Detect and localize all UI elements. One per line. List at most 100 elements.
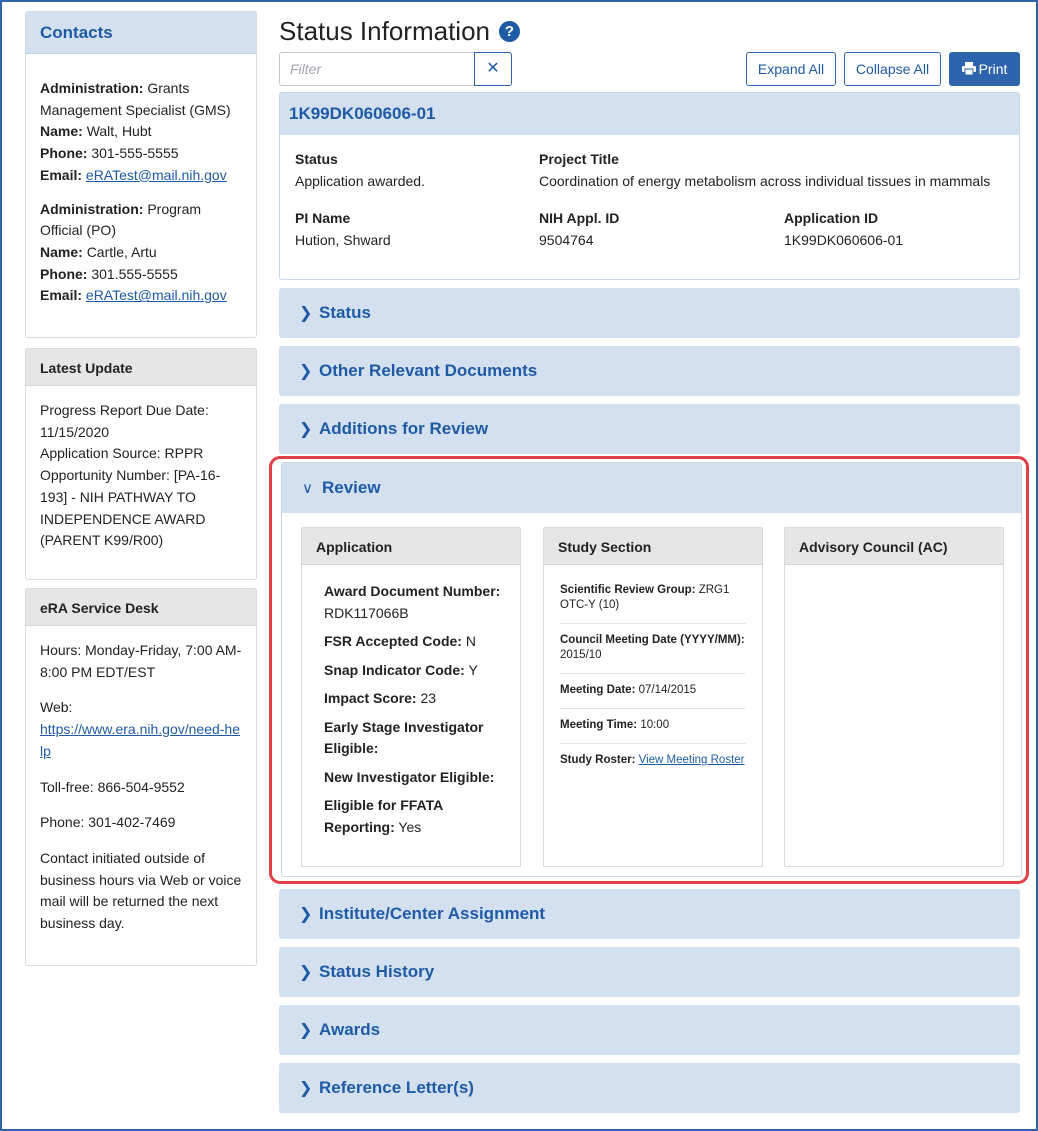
name-label: Name: <box>40 243 83 260</box>
application-id-field: Application ID 1K99DK060606-01 <box>784 207 903 251</box>
study-section-panel: Study Section Scientific Review Group: Z… <box>543 527 763 867</box>
admin-label: Administration: <box>40 200 144 217</box>
latest-update-header: Latest Update <box>26 349 256 386</box>
meeting-time: Meeting Time: 10:00 <box>560 709 746 744</box>
project-summary: 1K99DK060606-01 Status Application award… <box>279 92 1020 280</box>
fsr-value: N <box>465 633 476 649</box>
new-investigator: New Investigator Eligible: <box>324 767 506 789</box>
scientific-review-group: Scientific Review Group: ZRG1 OTC-Y (10) <box>560 577 746 624</box>
advisory-council-title: Advisory Council (AC) <box>785 528 1003 565</box>
section-label: Other Relevant Documents <box>319 361 538 380</box>
section-status-history[interactable]: ❯ Status History <box>279 947 1020 997</box>
name-value: Walt, Hubt <box>86 123 152 140</box>
project-title-field: Project Title Coordination of energy met… <box>539 148 990 192</box>
ffata-value: Yes <box>398 818 422 835</box>
page-title-text: Status Information <box>279 15 490 46</box>
council-label: Council Meeting Date (YYYY/MM): <box>560 634 745 646</box>
section-reference-letters[interactable]: ❯ Reference Letter(s) <box>279 1063 1020 1113</box>
clear-filter-button[interactable]: ✕ <box>474 52 512 86</box>
section-label: Status <box>319 303 371 322</box>
chevron-right-icon: ❯ <box>299 1080 313 1097</box>
roster-label: Study Roster: <box>560 754 636 766</box>
expand-all-button[interactable]: Expand All <box>746 52 836 86</box>
review-header[interactable]: ∨ Review <box>282 463 1021 513</box>
filter-input[interactable] <box>279 52 475 86</box>
contacts-title: Contacts <box>40 23 113 42</box>
name-value: Cartle, Artu <box>86 243 157 260</box>
progress-report-due: Progress Report Due Date: 11/15/2020 <box>40 402 209 440</box>
snap-label: Snap Indicator Code: <box>324 661 465 678</box>
application-source: Application Source: RPPR <box>40 445 204 462</box>
impact-value: 23 <box>420 690 437 706</box>
service-phone: Phone: 301-402-7469 <box>40 814 176 831</box>
print-label: Print <box>978 61 1008 77</box>
chevron-right-icon: ❯ <box>299 363 313 380</box>
application-panel-title: Application <box>302 528 520 565</box>
service-desk-header: eRA Service Desk <box>26 589 256 626</box>
impact-label: Impact Score: <box>324 690 417 706</box>
service-web: Web: https://www.era.nih.gov/need-help <box>40 697 242 762</box>
nih-appl-id-value: 9504764 <box>539 232 594 248</box>
project-title-value: Coordination of energy metabolism across… <box>539 173 991 189</box>
chevron-right-icon: ❯ <box>299 421 313 438</box>
contacts-card: Contacts Administration: Grants Manageme… <box>25 11 257 338</box>
contacts-body: Administration: Grants Management Specia… <box>26 54 256 319</box>
section-other-relevant-documents[interactable]: ❯ Other Relevant Documents <box>279 346 1020 396</box>
section-review: ∨ Review Application Award Document Numb… <box>281 462 1022 877</box>
study-section-title: Study Section <box>544 528 762 565</box>
chevron-right-icon: ❯ <box>299 906 313 923</box>
phone-label: Phone: <box>40 145 88 162</box>
opportunity-number: Opportunity Number: [PA-16-193] - NIH PA… <box>40 467 221 549</box>
page-title: Status Information ? <box>279 14 1020 48</box>
section-label: Additions for Review <box>319 419 489 438</box>
print-button[interactable]: Print <box>949 52 1020 86</box>
project-title-label: Project Title <box>539 151 619 167</box>
view-meeting-roster-link[interactable]: View Meeting Roster <box>639 754 745 766</box>
study-section-body: Scientific Review Group: ZRG1 OTC-Y (10)… <box>544 565 762 778</box>
section-status[interactable]: ❯ Status <box>279 288 1020 338</box>
left-sidebar: Contacts Administration: Grants Manageme… <box>25 11 257 974</box>
web-label: Web: <box>40 699 73 716</box>
section-awards[interactable]: ❯ Awards <box>279 1005 1020 1055</box>
phone-value: 301.555-5555 <box>91 265 178 282</box>
meeting-time-value: 10:00 <box>640 719 670 731</box>
application-id-label: Application ID <box>784 210 879 226</box>
toolbar: ✕ Expand All Collapse All Print <box>279 52 1020 88</box>
early-stage-investigator: Early Stage Investigator Eligible: <box>324 717 506 760</box>
contacts-header: Contacts <box>26 12 256 54</box>
email-link[interactable]: eRATest@mail.nih.gov <box>86 167 227 183</box>
email-link[interactable]: eRATest@mail.nih.gov <box>86 287 227 303</box>
nih-appl-id-label: NIH Appl. ID <box>539 210 620 226</box>
toll-free: Toll-free: 866-504-9552 <box>40 778 185 795</box>
help-icon[interactable]: ? <box>499 20 520 42</box>
snap-value: Y <box>468 661 478 678</box>
review-highlight: ∨ Review Application Award Document Numb… <box>269 456 1029 884</box>
service-desk-card: eRA Service Desk Hours: Monday-Friday, 7… <box>25 588 257 966</box>
application-id-value: 1K99DK060606-01 <box>784 232 904 248</box>
email-label: Email: <box>40 287 83 304</box>
ffata-reporting: Eligible for FFATA Reporting: Yes <box>324 795 506 838</box>
service-desk-body: Hours: Monday-Friday, 7:00 AM-8:00 PM ED… <box>26 626 256 947</box>
phone-label: Phone: <box>40 265 88 282</box>
service-hours: Hours: Monday-Friday, 7:00 AM-8:00 PM ED… <box>40 642 242 680</box>
email-label: Email: <box>40 166 83 183</box>
section-institute-center-assignment[interactable]: ❯ Institute/Center Assignment <box>279 889 1020 939</box>
status-value: Application awarded. <box>295 173 425 189</box>
section-label: Reference Letter(s) <box>319 1078 474 1097</box>
latest-update-body: Progress Report Due Date: 11/15/2020 App… <box>26 386 256 564</box>
contact-entry: Administration: Grants Management Specia… <box>40 78 242 187</box>
impact-score: Impact Score: 23 <box>324 688 506 710</box>
collapse-all-button[interactable]: Collapse All <box>844 52 941 86</box>
section-additions-for-review[interactable]: ❯ Additions for Review <box>279 404 1020 454</box>
nih-appl-id-field: NIH Appl. ID 9504764 <box>539 207 619 251</box>
close-icon: ✕ <box>486 60 500 77</box>
need-help-link[interactable]: https://www.era.nih.gov/need-help <box>40 721 240 759</box>
phone-value: 301-555-5555 <box>91 145 179 162</box>
name-label: Name: <box>40 123 83 140</box>
main-content: Status Information ? ✕ Expand All Collap… <box>279 14 1020 454</box>
ffata-label: Eligible for FFATA Reporting: <box>324 797 443 835</box>
status-field: Status Application awarded. <box>295 148 425 192</box>
review-label: Review <box>322 478 381 497</box>
section-label: Status History <box>319 962 435 981</box>
advisory-council-panel: Advisory Council (AC) <box>784 527 1004 867</box>
